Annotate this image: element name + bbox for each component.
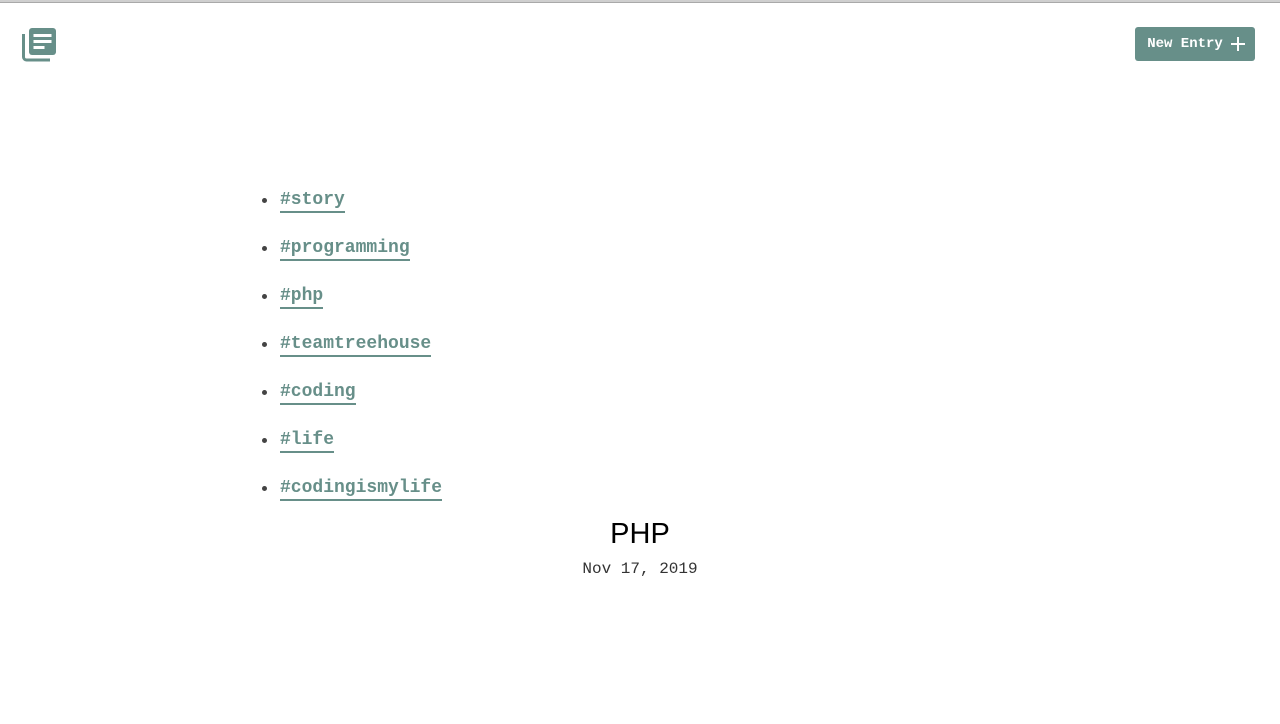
journal-logo-icon[interactable]: [22, 26, 58, 62]
bullet: [262, 342, 267, 347]
entry-date: Nov 17, 2019: [582, 560, 698, 578]
bullet: [262, 486, 267, 491]
window-top-border: [0, 0, 1280, 3]
bullet: [262, 294, 267, 299]
tag-link-php[interactable]: #php: [280, 286, 324, 309]
bullet: [262, 198, 267, 203]
tag-item: #programming: [262, 237, 442, 285]
bullet: [262, 390, 267, 395]
tag-item: #life: [262, 429, 442, 477]
tag-list: #story #programming #php #teamtreehouse …: [262, 189, 443, 525]
tag-item: #story: [262, 189, 442, 237]
new-entry-button[interactable]: New Entry: [1135, 27, 1255, 61]
tag-link-coding[interactable]: #coding: [280, 382, 356, 405]
tag-link-programming[interactable]: #programming: [280, 238, 410, 261]
new-entry-label: New Entry: [1147, 36, 1223, 52]
journal-list-icon: [22, 28, 56, 62]
bullet: [262, 246, 267, 251]
entry-title: PHP: [610, 518, 670, 550]
tag-link-teamtreehouse[interactable]: #teamtreehouse: [280, 334, 432, 357]
tag-item: #teamtreehouse: [262, 333, 442, 381]
tag-link-codingismylife[interactable]: #codingismylife: [280, 478, 443, 501]
plus-icon: [1230, 37, 1245, 51]
tag-link-story[interactable]: #story: [280, 190, 345, 213]
bullet: [262, 438, 267, 443]
tag-item: #php: [262, 285, 442, 333]
tag-item: #coding: [262, 381, 442, 429]
tag-link-life[interactable]: #life: [280, 430, 335, 453]
